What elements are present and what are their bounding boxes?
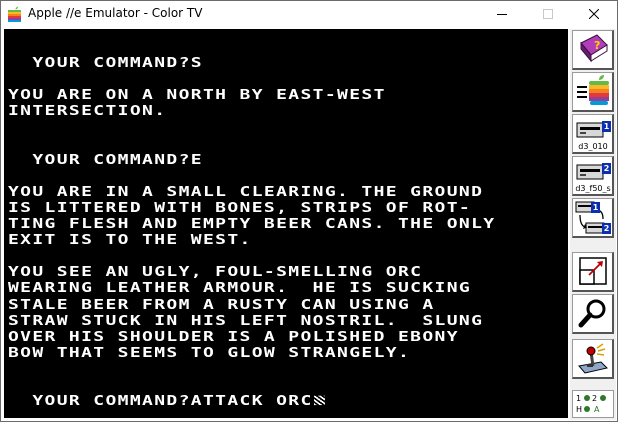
drive1-number: 1 <box>602 121 611 132</box>
fullscreen-icon <box>579 257 607 285</box>
joystick-icon <box>578 343 608 374</box>
screen-line: YOUR COMMAND?ATTACK ORC <box>8 395 325 408</box>
status-caps-label: A <box>594 405 600 414</box>
emulator-screen[interactable]: YOUR COMMAND?S YOU ARE ON A NORTH BY EAST… <box>4 29 568 418</box>
screen-line: YOUR COMMAND?E <box>8 152 203 168</box>
status-panel: 1 2 H A <box>572 390 614 418</box>
minimize-button[interactable] <box>479 1 525 27</box>
settings-button[interactable] <box>572 72 614 112</box>
minimize-icon <box>497 14 507 15</box>
joystick-button[interactable] <box>572 339 614 379</box>
debugger-button[interactable] <box>572 294 614 334</box>
maximize-icon <box>543 9 553 19</box>
drive1-button[interactable]: 1 d3_010 <box>572 114 614 154</box>
svg-text:?: ? <box>594 39 600 52</box>
screen-line: STALE BEER FROM A RUSTY CAN USING A <box>8 297 435 313</box>
fullscreen-button[interactable] <box>572 252 614 292</box>
swap-number-2: 2 <box>602 223 611 234</box>
screen-line: YOU ARE IN A SMALL CLEARING. THE GROUND <box>8 184 484 200</box>
drive2-number: 2 <box>602 163 611 174</box>
help-book-icon: ? <box>580 34 608 63</box>
screen-line: TING FLESH AND EMPTY BEER CANS. THE ONLY <box>8 216 496 232</box>
drive2-label: d3_f50_s <box>575 184 611 193</box>
swap-drives-button[interactable]: 1 2 <box>572 198 614 238</box>
apple-menu-icon <box>577 75 609 105</box>
close-icon <box>589 9 599 19</box>
screen-line: YOUR COMMAND?S <box>8 55 203 71</box>
text-cursor <box>313 395 325 406</box>
harddisk-led <box>584 406 590 412</box>
status-drive2-label: 2 <box>592 394 598 403</box>
apple-logo-icon <box>8 6 21 22</box>
maximize-button[interactable] <box>525 1 571 27</box>
emulator-window: Apple //e Emulator - Color TV YOUR COMMA… <box>0 0 618 422</box>
screen-line: BOW THAT SEEMS TO GLOW STRANGELY. <box>8 345 411 361</box>
drive1-led <box>584 395 590 401</box>
status-drive1-label: 1 <box>576 394 582 403</box>
screen-line: YOU SEE AN UGLY, FOUL-SMELLING ORC <box>8 264 423 280</box>
magnifier-icon <box>578 299 606 328</box>
drive2-led <box>600 395 606 401</box>
close-button[interactable] <box>571 1 617 27</box>
swap-number-1: 1 <box>591 202 600 213</box>
screen-line: STRAW STUCK IN HIS LEFT NOSTRIL. SLUNG <box>8 313 484 329</box>
status-harddisk-label: H <box>576 405 583 414</box>
screen-line: OVER HIS SHOULDER IS A POLISHED EBONY <box>8 329 459 345</box>
drive1-label: d3_010 <box>578 142 608 151</box>
emulator-toolbar: ? 1 d3_010 2 d3_f50_s 1 2 1 2 H A <box>570 29 616 420</box>
title-bar[interactable]: Apple //e Emulator - Color TV <box>1 1 617 27</box>
drive2-button[interactable]: 2 d3_f50_s <box>572 156 614 196</box>
screen-line: EXIT IS TO THE WEST. <box>8 232 252 248</box>
screen-line: WEARING LEATHER ARMOUR. HE IS SUCKING <box>8 280 472 297</box>
window-title: Apple //e Emulator - Color TV <box>28 6 203 20</box>
screen-line: YOU ARE ON A NORTH BY EAST-WEST <box>8 87 386 103</box>
screen-line: INTERSECTION. <box>8 103 167 119</box>
screen-line: IS LITTERED WITH BONES, STRIPS OF ROT- <box>8 200 472 216</box>
help-button[interactable]: ? <box>572 30 614 70</box>
